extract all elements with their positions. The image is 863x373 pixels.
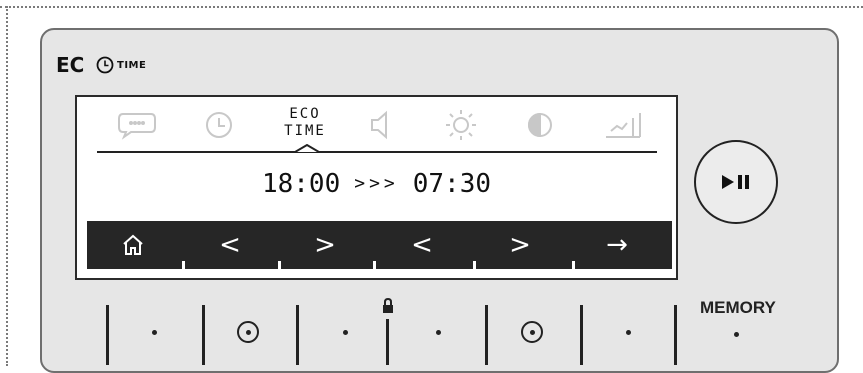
clock-logo-icon (96, 56, 114, 74)
selection-underline (97, 151, 657, 153)
nav-right-button-2[interactable]: > (490, 221, 550, 269)
hw-divider (296, 305, 299, 365)
chat-bubble-icon[interactable] (117, 107, 157, 143)
brightness-icon[interactable] (441, 107, 481, 143)
home-icon (123, 234, 143, 255)
hw-select-button[interactable] (237, 321, 259, 343)
eco-label-line2: TIME (284, 123, 326, 139)
hw-divider (202, 305, 205, 365)
divider-tick (373, 261, 376, 269)
nav-forward-button[interactable]: → (587, 221, 647, 269)
divider-tick (182, 261, 185, 269)
eco-label-line1: ECO (289, 106, 321, 122)
hw-lock-divider (386, 319, 389, 365)
control-panel: EC TIME ECO TIME 18:00 >>> 07:30 < > < >… (40, 28, 839, 373)
selection-pointer-icon (295, 144, 319, 153)
hw-button-dot[interactable] (436, 330, 441, 335)
eco-time-label[interactable]: ECO TIME (275, 106, 335, 140)
hw-divider (580, 305, 583, 365)
hw-button-dot[interactable] (152, 330, 157, 335)
logo-suffix: TIME (117, 59, 147, 71)
nav-right-button-1[interactable]: > (295, 221, 355, 269)
clock-icon[interactable] (199, 107, 239, 143)
hw-button-dot[interactable] (343, 330, 348, 335)
contrast-icon[interactable] (520, 107, 560, 143)
nav-left-button-2[interactable]: < (392, 221, 452, 269)
divider-tick (572, 261, 575, 269)
hw-button-dot[interactable] (626, 330, 631, 335)
end-time: 07:30 (412, 169, 492, 199)
speaker-icon[interactable] (361, 107, 401, 143)
lock-icon (383, 298, 393, 313)
hw-select-button[interactable] (521, 321, 543, 343)
time-arrows: >>> (354, 173, 399, 194)
play-pause-button[interactable] (694, 140, 778, 224)
mode-icon-row: ECO TIME (77, 97, 676, 149)
nav-bar: < > < > → (87, 221, 672, 269)
schedule-time-row: 18:00 >>> 07:30 (77, 169, 676, 199)
memory-label: MEMORY (700, 298, 776, 317)
hw-divider (485, 305, 488, 365)
eco-time-logo: EC TIME (56, 50, 146, 80)
chart-icon[interactable] (603, 107, 643, 143)
home-button[interactable] (103, 221, 163, 269)
memory-button-dot[interactable] (734, 332, 739, 337)
divider-tick (278, 261, 281, 269)
hw-divider (674, 305, 677, 365)
start-time: 18:00 (261, 169, 341, 199)
svg-text:EC: EC (56, 54, 84, 76)
eco-logo-icon: EC (56, 54, 84, 76)
dotted-border-top (0, 6, 863, 8)
hw-divider (106, 305, 109, 365)
nav-left-button-1[interactable]: < (200, 221, 260, 269)
display-screen: ECO TIME 18:00 >>> 07:30 < > < > → (75, 95, 678, 280)
play-pause-icon (722, 175, 749, 189)
dotted-border-left (6, 6, 8, 366)
divider-tick (473, 261, 476, 269)
